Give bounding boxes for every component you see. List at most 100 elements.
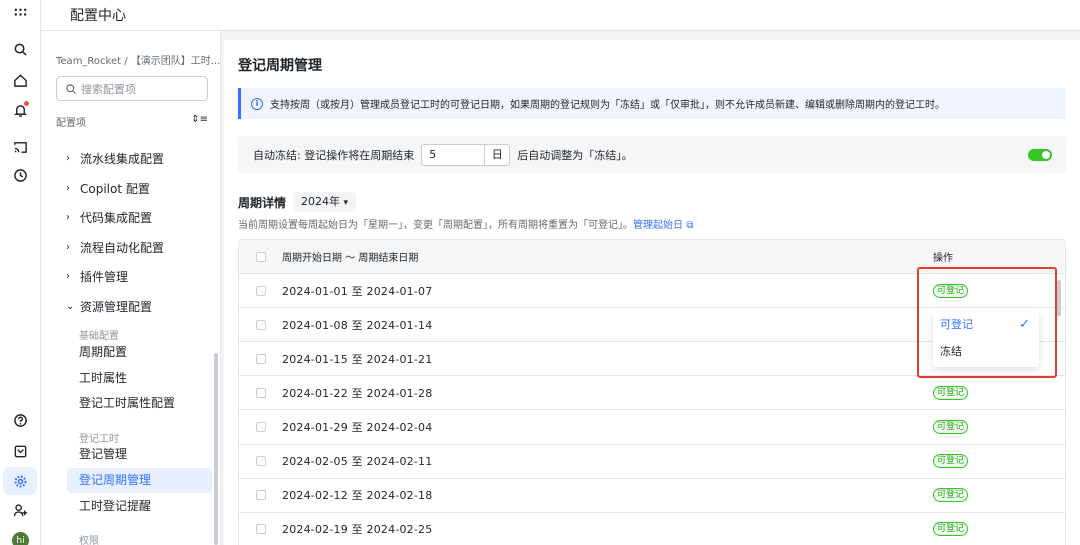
freeze-suffix: 后自动调整为「冻结」。	[517, 148, 633, 162]
row-checkbox[interactable]	[256, 319, 266, 330]
subitem-hour-attr[interactable]: 工时属性	[67, 366, 212, 391]
menu-item-label: 资源管理配置	[80, 299, 153, 314]
chevron-down-icon: ▾	[343, 198, 349, 208]
freeze-prefix: 自动冻结: 登记操作将在周期结束	[253, 148, 415, 162]
row-date-range: 2024-01-22 至 2024-01-28	[282, 386, 433, 400]
app-rail: hi	[0, 0, 41, 545]
notice-text: 支持按周（或按月）管理成员登记工时的可登记日期，如果周期的登记规则为「冻结」或「…	[270, 100, 945, 111]
sidebar-scrollbar[interactable]	[214, 353, 218, 545]
search-placeholder: 搜索配置项	[81, 82, 136, 96]
search-icon	[66, 83, 76, 94]
row-date-range: 2024-01-01 至 2024-01-07	[282, 284, 433, 298]
row-date-range: 2024-01-29 至 2024-02-04	[282, 421, 433, 435]
subitem-cycle-manage[interactable]: 登记周期管理	[67, 468, 212, 493]
subitem-cycle-config[interactable]: 周期配置	[67, 340, 212, 365]
table-row: 2024-02-12 至 2024-02-18 可登记	[239, 479, 1065, 513]
config-section-header: 配置项 ⇕≡	[56, 114, 208, 129]
table-row: 2024-01-22 至 2024-01-28 可登记	[239, 376, 1065, 411]
row-checkbox[interactable]	[256, 422, 266, 433]
period-title: 周期详情	[238, 195, 287, 210]
auto-freeze-row: 自动冻结: 登记操作将在周期结束 5日 后自动调整为「冻结」。	[238, 136, 1066, 173]
chevron-right-icon: ›	[66, 182, 70, 194]
clock-icon[interactable]	[10, 165, 30, 185]
year-value: 2024年	[301, 195, 341, 208]
table-row: 2024-01-29 至 2024-02-04 可登记	[239, 410, 1065, 445]
row-checkbox[interactable]	[256, 353, 266, 364]
status-tag[interactable]: 可登记	[933, 420, 969, 435]
menu-item-plugins[interactable]: › 插件管理	[56, 262, 208, 292]
menu-item-label: 代码集成配置	[80, 211, 153, 226]
info-icon: i	[251, 97, 263, 110]
chevron-right-icon: ›	[66, 241, 70, 253]
manage-start-day-link[interactable]: 管理起始日	[633, 220, 683, 231]
status-tag[interactable]: 可登记	[933, 522, 969, 537]
config-sidebar: Team_Rocket / 【演示团队】工时... 搜索配置项 配置项 ⇕≡ ›…	[41, 31, 221, 545]
config-menu: › 流水线集成配置 › Copilot 配置 › 代码集成配置 › 流程自动化配置 › 插…	[56, 144, 208, 321]
breadcrumb[interactable]: Team_Rocket / 【演示团队】工时...	[56, 52, 220, 67]
freeze-days-input[interactable]: 5	[421, 143, 486, 166]
table-scrollbar[interactable]	[1057, 280, 1061, 316]
app-grid-icon[interactable]	[10, 4, 30, 24]
chevron-right-icon: ›	[66, 212, 70, 224]
avatar[interactable]: hi	[12, 532, 29, 545]
inbox-icon[interactable]	[10, 441, 30, 461]
search-input[interactable]: 搜索配置项	[56, 76, 208, 101]
chevron-right-icon: ›	[66, 271, 70, 283]
status-tag[interactable]: 可登记	[933, 488, 969, 503]
menu-item-automation[interactable]: › 流程自动化配置	[56, 233, 208, 263]
row-date-range: 2024-01-08 至 2024-01-14	[282, 318, 433, 332]
row-checkbox[interactable]	[256, 524, 266, 535]
unread-dot	[24, 101, 29, 106]
period-hint: 当前周期设置每周起始日为「星期一」，变更「周期配置」，所有周期将重置为「可登记」…	[238, 216, 693, 231]
menu-item-label: Copilot 配置	[80, 181, 150, 196]
menu-item-label: 插件管理	[80, 270, 129, 285]
row-date-range: 2024-02-12 至 2024-02-18	[282, 489, 433, 503]
subitem-reg-manage[interactable]: 登记管理	[67, 442, 212, 467]
menu-item-resource[interactable]: ⌄ 资源管理配置	[56, 292, 208, 322]
top-bar: 配置中心	[41, 0, 1080, 31]
select-all-checkbox[interactable]	[256, 251, 266, 262]
menu-item-pipeline[interactable]: › 流水线集成配置	[56, 144, 208, 174]
chevron-down-icon: ⌄	[66, 300, 75, 312]
config-section-label: 配置项	[56, 118, 86, 129]
row-date-range: 2024-02-05 至 2024-02-11	[282, 455, 433, 469]
row-date-range: 2024-02-19 至 2024-02-25	[282, 523, 433, 537]
row-checkbox[interactable]	[256, 490, 266, 501]
row-checkbox[interactable]	[256, 285, 266, 296]
home-icon[interactable]	[10, 70, 30, 90]
menu-item-label: 流程自动化配置	[80, 240, 165, 255]
add-member-icon[interactable]	[10, 500, 30, 520]
collapse-all-icon[interactable]: ⇕≡	[191, 114, 208, 129]
col-op-header: 操作	[933, 253, 953, 265]
settings-gear-icon[interactable]	[3, 467, 37, 495]
menu-item-code-integration[interactable]: › 代码集成配置	[56, 203, 208, 233]
period-header: 周期详情 2024年 ▾	[238, 192, 357, 212]
help-icon[interactable]	[10, 410, 30, 430]
freeze-unit: 日	[485, 143, 511, 166]
status-tag[interactable]: 可登记	[933, 454, 969, 469]
group-label-permission: 权限	[79, 536, 99, 545]
subitem-reg-attr[interactable]: 登记工时属性配置	[67, 391, 212, 416]
col-date-header: 周期开始日期 ～ 周期结束日期	[282, 253, 419, 265]
notification-bell-icon[interactable]	[10, 100, 30, 120]
auto-freeze-toggle[interactable]	[1028, 149, 1052, 161]
table-row: 2024-02-05 至 2024-02-11 可登记	[239, 445, 1065, 479]
row-checkbox[interactable]	[256, 387, 266, 398]
external-link-icon[interactable]: ⧉	[686, 220, 693, 231]
search-icon[interactable]	[10, 39, 30, 59]
row-date-range: 2024-01-15 至 2024-01-21	[282, 352, 433, 366]
subitem-reminder[interactable]: 工时登记提醒	[67, 494, 212, 519]
highlight-box	[917, 267, 1057, 378]
menu-item-copilot[interactable]: › Copilot 配置	[56, 174, 208, 204]
table-row: 2024-02-19 至 2024-02-25 可登记	[239, 513, 1065, 545]
hint-text: 当前周期设置每周起始日为「星期一」，变更「周期配置」，所有周期将重置为「可登记」…	[238, 220, 633, 231]
status-tag[interactable]: 可登记	[933, 385, 969, 400]
chevron-right-icon: ›	[66, 153, 70, 165]
cast-icon[interactable]	[10, 137, 30, 157]
row-checkbox[interactable]	[256, 456, 266, 467]
menu-item-label: 流水线集成配置	[80, 152, 165, 167]
info-notice: i 支持按周（或按月）管理成员登记工时的可登记日期，如果周期的登记规则为「冻结」…	[238, 88, 1066, 119]
page-title: 登记周期管理	[238, 58, 322, 74]
page-header-title: 配置中心	[70, 8, 126, 24]
year-select[interactable]: 2024年 ▾	[293, 192, 357, 212]
